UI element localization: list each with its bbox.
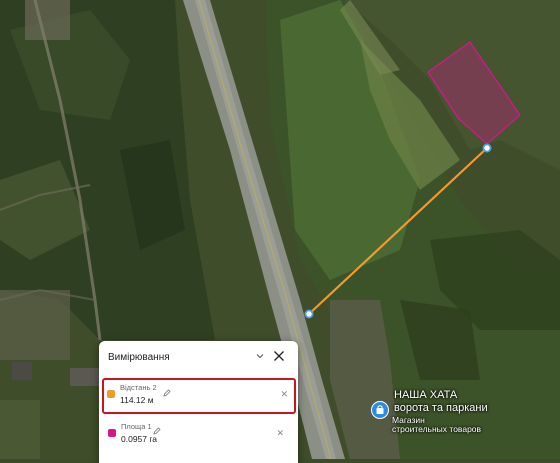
- pencil-icon[interactable]: [153, 422, 161, 435]
- measurement-label: Відстань 2: [120, 383, 157, 392]
- poi-category-line2: строительных товаров: [392, 424, 482, 434]
- panel-title: Вимірювання: [108, 352, 170, 363]
- distance-color-swatch: [107, 390, 115, 398]
- shopping-bag-icon[interactable]: [371, 401, 389, 419]
- measurement-label: Площа 1: [121, 422, 152, 431]
- close-icon[interactable]: ✕: [280, 390, 288, 399]
- poi-category: Магазин строительных товаров: [392, 416, 481, 434]
- line-end-point[interactable]: [482, 143, 492, 153]
- measurement-item-distance[interactable]: Відстань 2 114.12 м ✕: [102, 378, 296, 414]
- close-icon[interactable]: ✕: [276, 429, 284, 438]
- poi-subtitle[interactable]: ворота та паркани: [394, 402, 488, 414]
- measurement-item-area[interactable]: Площа 1 0.0957 га ✕: [104, 418, 292, 450]
- area-color-swatch: [108, 429, 116, 437]
- poi-title[interactable]: НАША ХАТА: [394, 389, 457, 401]
- line-start-point[interactable]: [304, 309, 314, 319]
- measurement-value: 0.0957 га: [121, 434, 158, 444]
- measurement-value: 114.12 м: [120, 395, 154, 405]
- chevron-down-icon[interactable]: [253, 349, 267, 363]
- pencil-icon[interactable]: [163, 384, 171, 397]
- measurement-panel: Вимірювання Відстань 2 114.12 м ✕ Площа …: [99, 341, 298, 463]
- close-icon[interactable]: [271, 348, 287, 364]
